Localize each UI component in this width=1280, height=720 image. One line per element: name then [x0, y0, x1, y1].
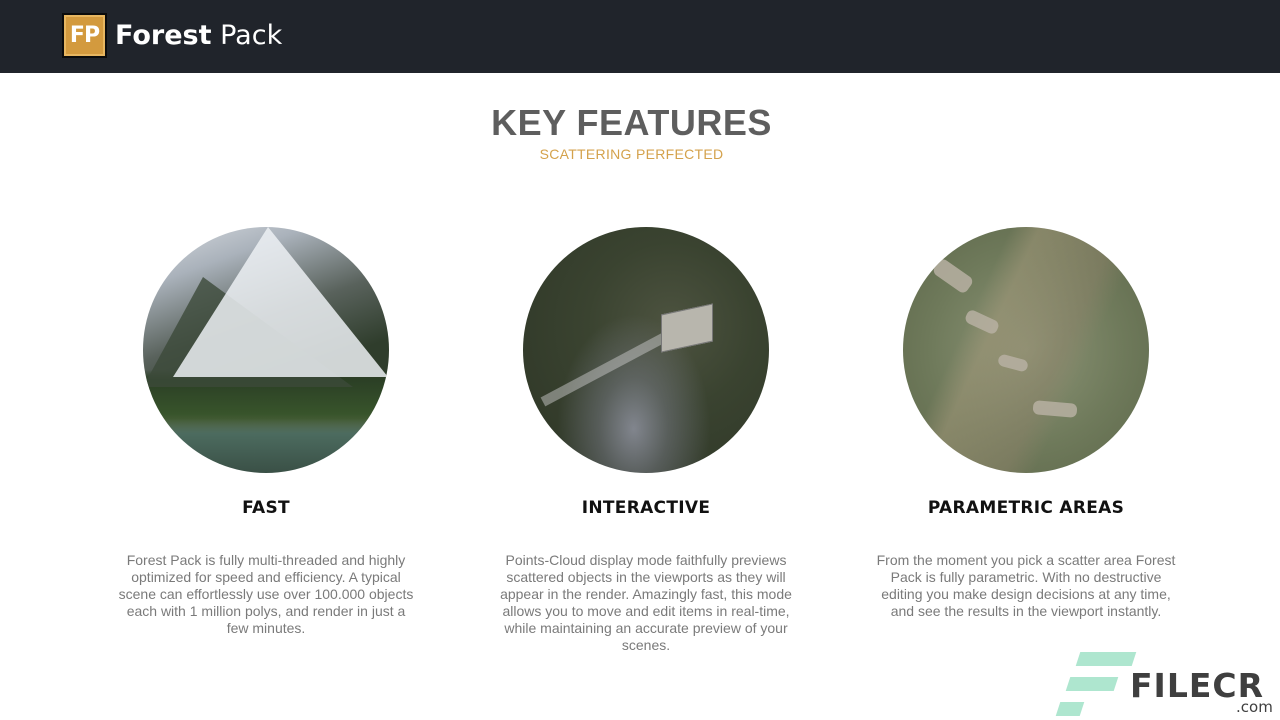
section-subtitle: SCATTERING PERFECTED: [539, 146, 724, 162]
brand-name-first: Forest: [115, 20, 212, 51]
feature-heading: INTERACTIVE: [581, 498, 711, 518]
mountain-landscape-image: [143, 227, 389, 473]
feature-description: From the moment you pick a scatter area …: [876, 552, 1176, 619]
watermark-domain: .com: [1236, 698, 1273, 716]
grassy-path-image: [903, 227, 1149, 473]
points-cloud-scene-image: [523, 227, 769, 473]
feature-card-interactive: INTERACTIVE Points-Cloud display mode fa…: [491, 227, 801, 654]
top-navbar: FP Forest Pack: [0, 0, 1280, 73]
section-title: KEY FEATURES: [491, 102, 772, 143]
feature-card-fast: FAST Forest Pack is fully multi-threaded…: [111, 227, 421, 637]
feature-description: Points-Cloud display mode faithfully pre…: [500, 552, 792, 653]
forest-pack-logo-link[interactable]: FP Forest Pack: [62, 13, 282, 58]
feature-heading: FAST: [242, 498, 290, 518]
brand-name: Forest Pack: [115, 22, 282, 49]
filecr-logo-icon: [1055, 650, 1137, 720]
filecr-watermark: FILECR .com: [1055, 648, 1280, 720]
logo-badge-text: FP: [69, 23, 100, 48]
fp-logo-icon: FP: [62, 13, 107, 58]
feature-description: Forest Pack is fully multi-threaded and …: [118, 552, 414, 636]
brand-name-second: Pack: [220, 20, 283, 51]
feature-heading: PARAMETRIC AREAS: [927, 498, 1125, 518]
feature-card-parametric-areas: PARAMETRIC AREAS From the moment you pic…: [871, 227, 1181, 620]
